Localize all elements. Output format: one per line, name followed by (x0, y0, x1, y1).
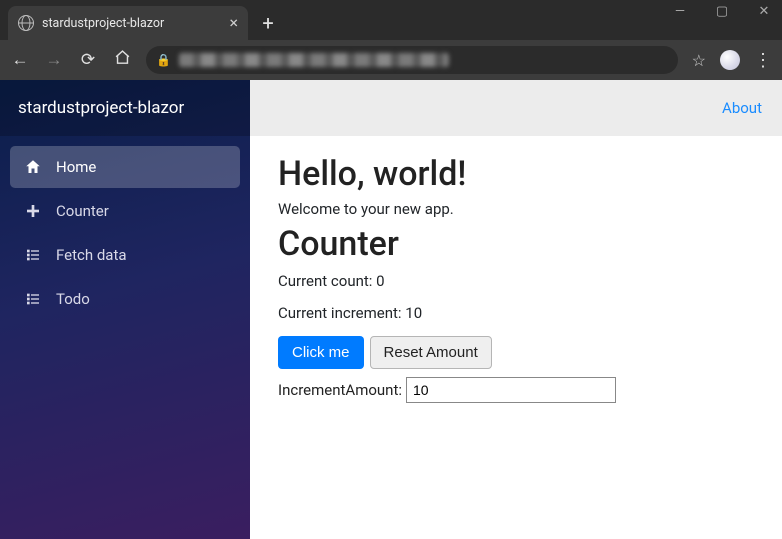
browser-tab[interactable]: stardustproject-blazor × (8, 6, 248, 40)
nav-item-label: Counter (56, 202, 109, 220)
browser-toolbar: ← → ⟳ 🔒 ☆ ⋮ (0, 40, 782, 80)
page-content: Hello, world! Welcome to your new app. C… (250, 136, 782, 539)
increment-amount-row: IncrementAmount: (278, 377, 754, 403)
nav-item-label: Home (56, 158, 96, 176)
page-heading: Hello, world! (278, 154, 754, 194)
current-increment: Current increment: 10 (278, 304, 754, 322)
close-tab-icon[interactable]: × (229, 15, 238, 31)
url-text (179, 53, 449, 67)
profile-avatar[interactable] (720, 50, 740, 70)
browser-tab-strip: stardustproject-blazor × + — ▢ ✕ (0, 0, 782, 40)
reset-amount-button[interactable]: Reset Amount (370, 336, 492, 369)
plus-icon (24, 202, 42, 220)
new-tab-button[interactable]: + (254, 9, 282, 37)
window-maximize-button[interactable]: ▢ (710, 4, 734, 19)
nav-menu: Home Counter Fetch data Todo (0, 136, 250, 330)
window-minimize-button[interactable]: — (668, 4, 692, 19)
window-controls: — ▢ ✕ (668, 4, 776, 19)
about-link[interactable]: About (722, 99, 762, 117)
nav-item-counter[interactable]: Counter (10, 190, 240, 232)
app-root: stardustproject-blazor Home Counter Fetc… (0, 80, 782, 539)
address-bar[interactable]: 🔒 (146, 46, 678, 74)
button-row: Click me Reset Amount (278, 336, 754, 369)
reload-button[interactable]: ⟳ (78, 50, 98, 70)
menu-icon[interactable]: ⋮ (754, 50, 772, 71)
nav-item-todo[interactable]: Todo (10, 278, 240, 320)
nav-item-label: Todo (56, 290, 90, 308)
back-button[interactable]: ← (10, 50, 30, 70)
nav-item-fetch-data[interactable]: Fetch data (10, 234, 240, 276)
bookmark-icon[interactable]: ☆ (692, 51, 706, 70)
list-icon (24, 246, 42, 264)
lock-icon: 🔒 (156, 53, 171, 67)
click-me-button[interactable]: Click me (278, 336, 364, 369)
tab-title: stardustproject-blazor (42, 16, 221, 31)
nav-item-label: Fetch data (56, 246, 127, 264)
sidebar: stardustproject-blazor Home Counter Fetc… (0, 80, 250, 539)
increment-amount-label: IncrementAmount: (278, 381, 402, 399)
welcome-text: Welcome to your new app. (278, 200, 754, 218)
topbar: About (250, 80, 782, 136)
window-close-button[interactable]: ✕ (752, 4, 776, 19)
home-icon (24, 158, 42, 176)
page-subheading: Counter (278, 224, 754, 264)
content-wrap: About Hello, world! Welcome to your new … (250, 80, 782, 539)
home-button[interactable] (112, 49, 132, 71)
list-icon (24, 290, 42, 308)
nav-item-home[interactable]: Home (10, 146, 240, 188)
globe-icon (18, 15, 34, 31)
current-count: Current count: 0 (278, 272, 754, 290)
increment-amount-input[interactable] (406, 377, 616, 403)
forward-button[interactable]: → (44, 50, 64, 70)
brand-title: stardustproject-blazor (0, 80, 250, 136)
